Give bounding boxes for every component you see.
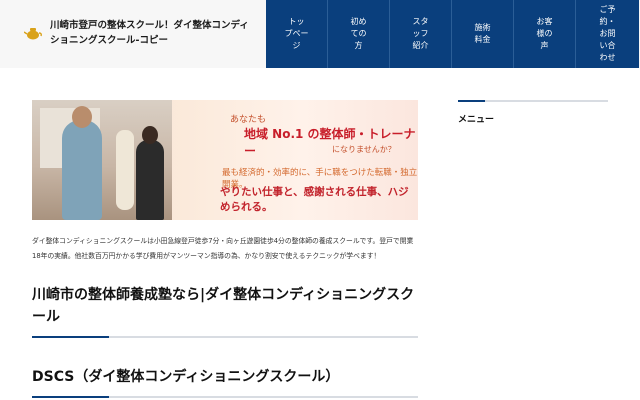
nav-label: 施術 料金 — [474, 23, 491, 44]
nav-label: 初め ての 方 — [350, 17, 367, 50]
nav-item-first-time[interactable]: 初め ての 方 — [328, 0, 390, 68]
brand[interactable]: 川崎市登戸の整体スクール！ダイ整体コンディショニングスクール-コピー — [24, 18, 252, 48]
sidebar: メニュー — [458, 100, 608, 125]
nav-item-staff[interactable]: スタ ッフ 紹介 — [390, 0, 452, 68]
section-heading-2: DSCS（ダイ整体コンディショニングスクール） — [32, 369, 340, 385]
hero-text: あなたも 地域 No.1 の整体師・トレーナー になりませんか？ 最も経済的・効… — [182, 100, 418, 220]
nav-label: スタ ッフ 紹介 — [412, 17, 429, 50]
section-heading-1: 川崎市の整体師養成塾なら|ダイ整体コンディショニングスクール — [32, 287, 415, 325]
nav-label: トッ プペー ジ — [284, 17, 309, 50]
sidebar-divider — [458, 100, 608, 102]
hero-photo — [32, 100, 172, 220]
nav-label: お客 様の 声 — [536, 17, 553, 50]
nav-label: ご予 約・ お問 い合 わせ — [599, 5, 616, 62]
photo-student — [136, 140, 164, 220]
hero-banner: あなたも 地域 No.1 の整体師・トレーナー になりませんか？ 最も経済的・効… — [32, 100, 418, 220]
hero-line-3: になりませんか？ — [332, 145, 396, 154]
intro-text: ダイ整体コンディショニングスクールは小田急線登戸徒歩7分・向ヶ丘遊園徒歩4分の整… — [32, 237, 414, 260]
nav-item-top[interactable]: トッ プペー ジ — [266, 0, 328, 68]
nav-item-contact[interactable]: ご予 約・ お問 い合 わせ — [576, 0, 639, 68]
heading-divider — [32, 396, 418, 398]
nav-item-pricing[interactable]: 施術 料金 — [452, 0, 514, 68]
site-title[interactable]: 川崎市登戸の整体スクール！ダイ整体コンディショニングスクール-コピー — [50, 18, 252, 48]
photo-skeleton-model — [116, 130, 134, 210]
nav-item-testimonials[interactable]: お客 様の 声 — [514, 0, 576, 68]
global-nav: トッ プペー ジ 初め ての 方 スタ ッフ 紹介 施術 料金 お客 様の 声 … — [266, 0, 639, 68]
hero-line-1: あなたも — [230, 115, 267, 125]
hero-line-5: やりたい仕事と、感謝される仕事、ハジめられる。 — [220, 186, 409, 213]
photo-instructor-head — [72, 106, 92, 128]
main-content: あなたも 地域 No.1 の整体師・トレーナー になりませんか？ 最も経済的・効… — [32, 100, 418, 398]
photo-student-head — [142, 126, 158, 144]
heading-divider — [32, 336, 418, 338]
site-header: 川崎市登戸の整体スクール！ダイ整体コンディショニングスクール-コピー トッ プペ… — [0, 0, 640, 68]
teapot-logo-icon — [24, 28, 42, 40]
photo-instructor — [62, 120, 102, 220]
sidebar-title: メニュー — [458, 115, 495, 125]
